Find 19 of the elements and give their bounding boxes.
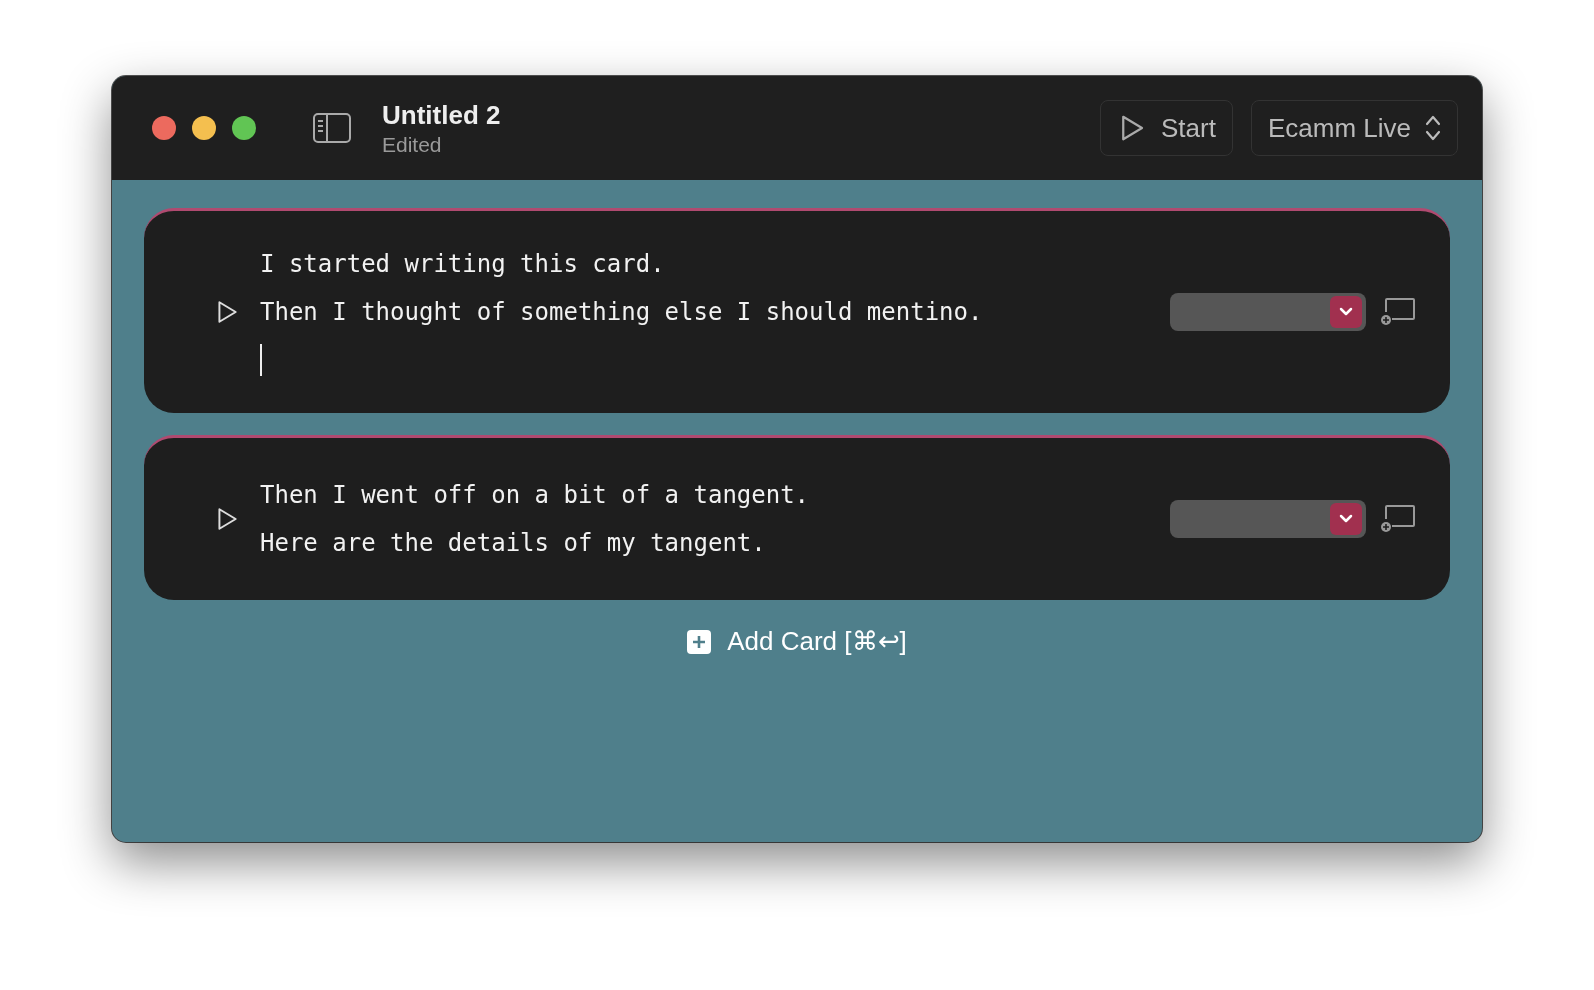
add-screen-icon[interactable] <box>1380 503 1416 535</box>
close-button[interactable] <box>152 116 176 140</box>
card-text-line: Then I thought of something else I should mentino. <box>260 297 984 328</box>
up-down-chevron-icon <box>1425 113 1441 143</box>
card-text-line: I started writing this card. <box>260 249 666 280</box>
destination-popup[interactable]: Ecamm Live <box>1250 100 1458 156</box>
chevron-down-icon <box>1338 513 1354 525</box>
plus-icon <box>687 629 712 654</box>
zoom-button[interactable] <box>232 116 256 140</box>
card-text-line: Then I went off on a bit of a tangent. <box>260 480 811 511</box>
add-screen-icon[interactable] <box>1380 296 1416 328</box>
window-title: Untitled 2 <box>382 99 501 131</box>
minimize-button[interactable] <box>192 116 216 140</box>
sidebar-icon[interactable] <box>312 112 352 144</box>
start-button[interactable]: Start <box>1100 100 1233 156</box>
document-status: Edited <box>382 132 443 157</box>
add-card-button[interactable]: Add Card [⌘↩] <box>679 622 915 661</box>
card-text-line: Here are the details of my tangent. <box>260 528 767 559</box>
chevron-down-icon <box>1338 306 1354 318</box>
